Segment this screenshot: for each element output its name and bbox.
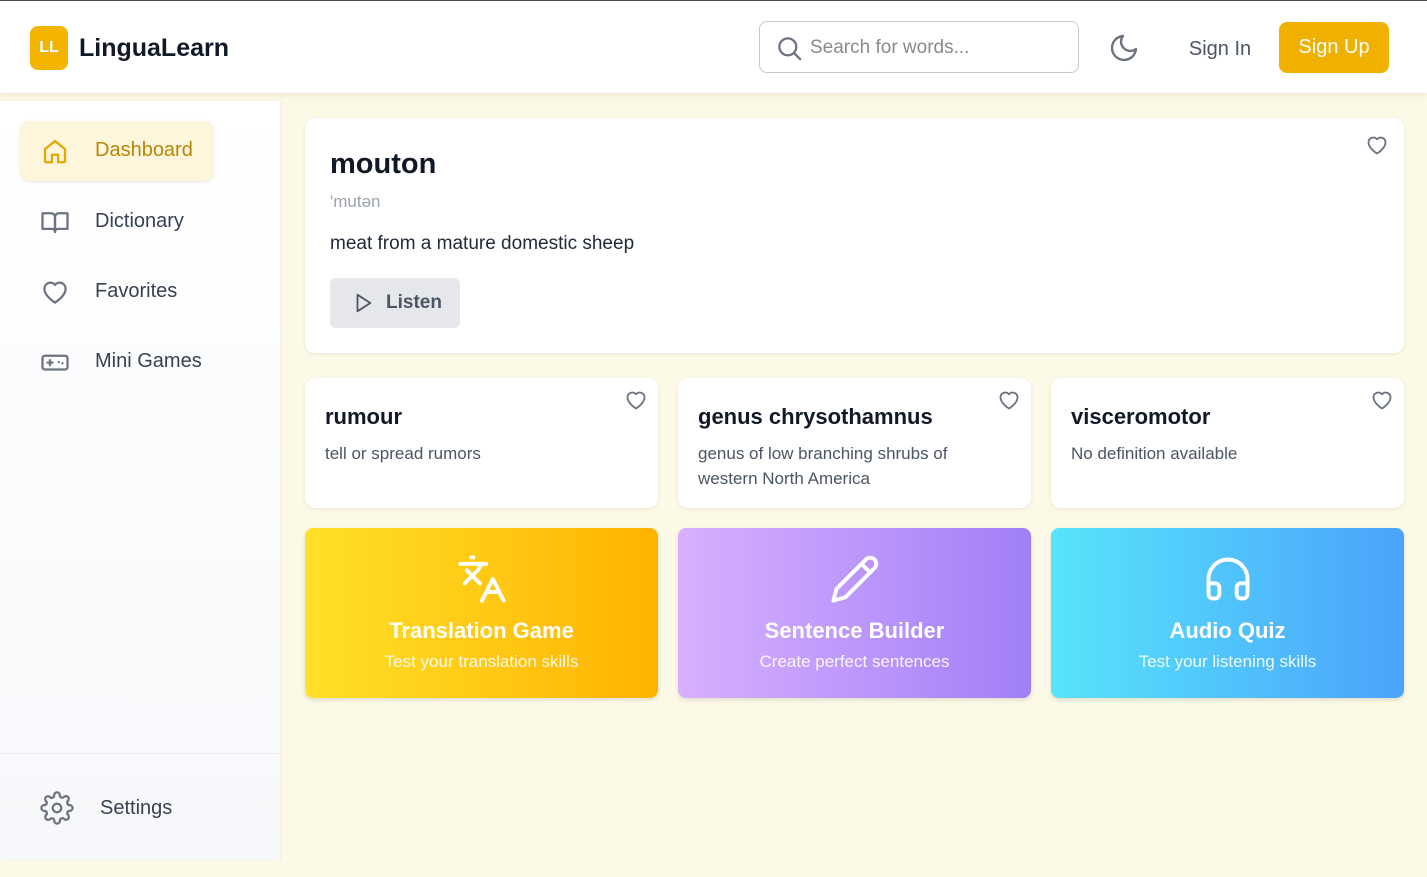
favorite-heart-icon[interactable] [623,388,649,412]
translation-game-card[interactable]: Translation Game Test your translation s… [305,528,658,698]
search-input[interactable] [810,34,1065,62]
book-icon [41,212,69,234]
app-name[interactable]: LinguaLearn [79,34,229,63]
sidebar-item-label: Dashboard [95,139,193,161]
moon-icon [1110,34,1138,62]
search-bar[interactable] [759,21,1079,73]
word-card[interactable]: genus chrysothamnus genus of low branchi… [678,378,1031,508]
sidebar-item-dashboard[interactable]: Dashboard [20,121,214,181]
gamepad-icon [41,354,69,371]
listen-label: Listen [386,292,442,313]
word-card-definition: No definition available [1071,444,1238,463]
word-card[interactable]: visceromotor No definition available [1051,378,1404,508]
game-subtitle: Create perfect sentences [759,652,950,671]
game-subtitle: Test your listening skills [1138,652,1317,671]
play-icon [356,293,372,313]
top-header: LL LinguaLearn Sign In Sign Up [0,1,1427,93]
listen-button[interactable]: Listen [330,278,460,328]
favorite-heart-icon[interactable] [996,388,1022,412]
game-title: Translation Game [389,618,574,643]
featured-word-card: mouton 'mutən meat from a mature domesti… [305,118,1404,353]
featured-word-title: mouton [330,148,437,180]
gear-icon [40,791,74,825]
favorite-heart-icon[interactable] [1364,133,1390,157]
game-title: Sentence Builder [764,618,945,643]
sidebar-item-label: Dictionary [95,210,184,232]
audio-quiz-card[interactable]: Audio Quiz Test your listening skills [1051,528,1404,698]
word-card-definition: tell or spread rumors [325,444,481,463]
sidebar-item-mini-games[interactable]: Mini Games [20,332,214,392]
featured-word-phonetic: 'mutən [330,192,381,211]
theme-toggle-button[interactable] [1108,32,1140,64]
sentence-builder-card[interactable]: Sentence Builder Create perfect sentence… [678,528,1031,698]
word-card-definition: genus of low branching shrubs of western… [698,444,948,488]
sidebar-item-favorites[interactable]: Favorites [20,262,214,322]
sign-up-button[interactable]: Sign Up [1279,22,1389,73]
logo-badge[interactable]: LL [30,26,68,70]
headphones-icon [1206,557,1250,601]
pencil-icon [831,555,879,603]
word-card-title: rumour [325,404,402,429]
sidebar-item-label: Favorites [95,280,178,302]
translate-icon [458,555,506,603]
heart-icon [43,281,67,304]
search-icon [778,37,802,61]
sidebar-item-settings[interactable]: Settings [40,791,220,827]
word-card-title: genus chrysothamnus [698,404,933,429]
settings-label: Settings [100,797,173,819]
home-icon [43,139,67,164]
featured-word-definition: meat from a mature domestic sheep [330,233,635,254]
word-card-title: visceromotor [1071,404,1211,429]
sign-in-button[interactable]: Sign In [1180,27,1260,71]
game-subtitle: Test your translation skills [384,652,579,671]
sidebar-item-dictionary[interactable]: Dictionary [20,192,214,252]
sidebar-divider [0,753,280,754]
favorite-heart-icon[interactable] [1369,388,1395,412]
sidebar: Dashboard Dictionary Favorites Mini Game… [0,101,280,860]
word-card[interactable]: rumour tell or spread rumors [305,378,658,508]
game-title: Audio Quiz [1169,618,1286,643]
sidebar-item-label: Mini Games [95,350,202,372]
